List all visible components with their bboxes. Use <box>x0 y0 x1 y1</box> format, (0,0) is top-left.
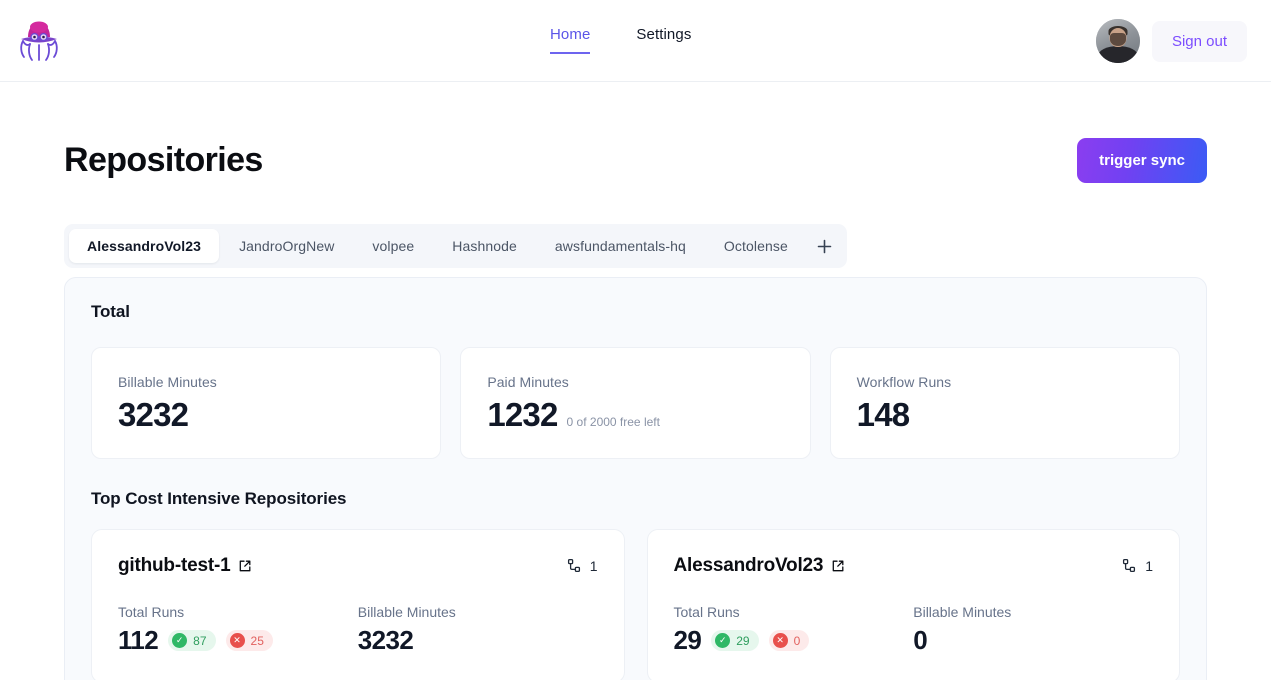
repo-card-header: AlessandroVol23 1 <box>674 555 1154 577</box>
stat-value: 148 <box>856 396 910 433</box>
total-stats-grid: Billable Minutes 3232 Paid Minutes 1232 … <box>91 347 1180 459</box>
nav-link-home[interactable]: Home <box>550 26 591 54</box>
stat-value: 3232 <box>118 396 189 433</box>
git-branch-icon <box>567 558 582 574</box>
repo-card-stats: Total Runs 29 ✓ 29 ✕ 0 Billable Minutes … <box>674 604 1154 656</box>
close-icon: ✕ <box>772 633 788 648</box>
repo-stat-billable-minutes: Billable Minutes 0 <box>913 604 1153 656</box>
success-count: 87 <box>193 633 207 648</box>
tab-volpee[interactable]: volpee <box>354 229 432 263</box>
page-header: Repositories trigger sync <box>64 82 1207 183</box>
main-nav-links: Home Settings <box>550 26 691 54</box>
repo-stat-value: 3232 <box>357 625 414 655</box>
branch-count: 1 <box>589 558 598 574</box>
nav-link-settings[interactable]: Settings <box>636 26 691 52</box>
check-icon: ✓ <box>172 633 188 648</box>
stat-sub: 0 of 2000 free left <box>566 415 660 429</box>
stat-value: 1232 <box>487 396 558 433</box>
close-icon: ✕ <box>229 633 245 648</box>
success-badge: ✓ 29 <box>711 630 759 651</box>
avatar-body <box>1097 46 1138 63</box>
repo-stat-value: 29 <box>673 625 702 655</box>
failure-count: 0 <box>793 633 801 648</box>
external-link-icon[interactable] <box>238 559 252 573</box>
check-icon: ✓ <box>715 633 731 648</box>
stat-card-billable-minutes: Billable Minutes 3232 <box>91 347 442 459</box>
stat-label: Paid Minutes <box>487 374 569 390</box>
branch-info: 1 <box>567 558 598 574</box>
repo-stat-value: 112 <box>118 625 159 655</box>
failure-badge: ✕ 25 <box>225 630 273 651</box>
repo-name-label: github-test-1 <box>118 555 231 576</box>
repo-name-label: AlessandroVol23 <box>673 555 824 576</box>
top-repos-section-title: Top Cost Intensive Repositories <box>91 489 347 508</box>
repo-card: github-test-1 1 Total Runs 112 ✓ 87 ✕ 25… <box>91 529 625 680</box>
repo-stat-row: 112 ✓ 87 ✕ 25 <box>118 625 358 656</box>
external-link-icon[interactable] <box>831 559 845 573</box>
failure-count: 25 <box>250 633 264 648</box>
repo-card: AlessandroVol23 1 Total Runs 29 ✓ 29 ✕ 0… <box>646 529 1180 680</box>
repo-link[interactable]: github-test-1 <box>118 555 252 577</box>
stat-value-row: 1232 0 of 2000 free left <box>487 396 783 434</box>
dashboard-panel: Total Billable Minutes 3232 Paid Minutes… <box>64 277 1207 680</box>
repo-stat-billable-minutes: Billable Minutes 3232 <box>358 604 598 656</box>
branch-info: 1 <box>1122 558 1153 574</box>
repo-stat-row: 29 ✓ 29 ✕ 0 <box>674 625 914 656</box>
git-branch-icon <box>1122 558 1137 574</box>
repo-stat-label: Total Runs <box>673 604 740 620</box>
organization-tabs: AlessandroVol23 JandroOrgNew volpee Hash… <box>64 224 847 268</box>
repo-stat-label: Billable Minutes <box>913 604 1012 620</box>
tab-alessandrovol23[interactable]: AlessandroVol23 <box>69 229 220 263</box>
stat-label: Workflow Runs <box>856 374 952 390</box>
repo-stat-total-runs: Total Runs 29 ✓ 29 ✕ 0 <box>674 604 914 656</box>
repo-stat-label: Billable Minutes <box>357 604 456 620</box>
branch-count: 1 <box>1145 558 1153 574</box>
tab-hashnode[interactable]: Hashnode <box>434 229 535 263</box>
repo-stat-row: 0 <box>913 625 1153 656</box>
octopus-logo-icon[interactable] <box>16 17 62 65</box>
stat-value-row: 148 <box>857 396 1153 434</box>
repo-card-header: github-test-1 1 <box>118 555 598 577</box>
tab-awsfundamentals-hq[interactable]: awsfundamentals-hq <box>537 229 704 263</box>
repo-stat-total-runs: Total Runs 112 ✓ 87 ✕ 25 <box>118 604 358 656</box>
page-title: Repositories <box>64 141 263 179</box>
total-section-title: Total <box>91 302 130 321</box>
success-badge: ✓ 87 <box>168 630 216 651</box>
repo-stat-label: Total Runs <box>118 604 185 620</box>
plus-icon <box>817 239 832 254</box>
add-tab-button[interactable] <box>808 229 842 263</box>
user-area: Sign out <box>1095 19 1247 63</box>
sign-out-button[interactable]: Sign out <box>1151 20 1247 62</box>
top-navigation-bar: Home Settings Sign out <box>0 0 1271 82</box>
stat-card-paid-minutes: Paid Minutes 1232 0 of 2000 free left <box>460 347 811 459</box>
tab-jandroorgnew[interactable]: JandroOrgNew <box>221 229 352 263</box>
success-count: 29 <box>736 633 750 648</box>
page-content: Repositories trigger sync AlessandroVol2… <box>0 82 1271 680</box>
avatar[interactable] <box>1095 19 1140 63</box>
repo-card-stats: Total Runs 112 ✓ 87 ✕ 25 Billable Minute… <box>118 604 598 656</box>
stat-label: Billable Minutes <box>118 374 217 390</box>
repo-link[interactable]: AlessandroVol23 <box>674 555 846 577</box>
stat-card-workflow-runs: Workflow Runs 148 <box>829 347 1180 459</box>
top-repos-grid: github-test-1 1 Total Runs 112 ✓ 87 ✕ 25… <box>91 529 1180 680</box>
avatar-beard <box>1109 32 1126 46</box>
tab-octolense[interactable]: Octolense <box>706 229 806 263</box>
stat-value-row: 3232 <box>118 396 414 434</box>
failure-badge: ✕ 0 <box>768 630 810 651</box>
repo-stat-value: 0 <box>913 625 928 655</box>
repo-stat-row: 3232 <box>358 625 598 656</box>
trigger-sync-button[interactable]: trigger sync <box>1077 138 1207 183</box>
